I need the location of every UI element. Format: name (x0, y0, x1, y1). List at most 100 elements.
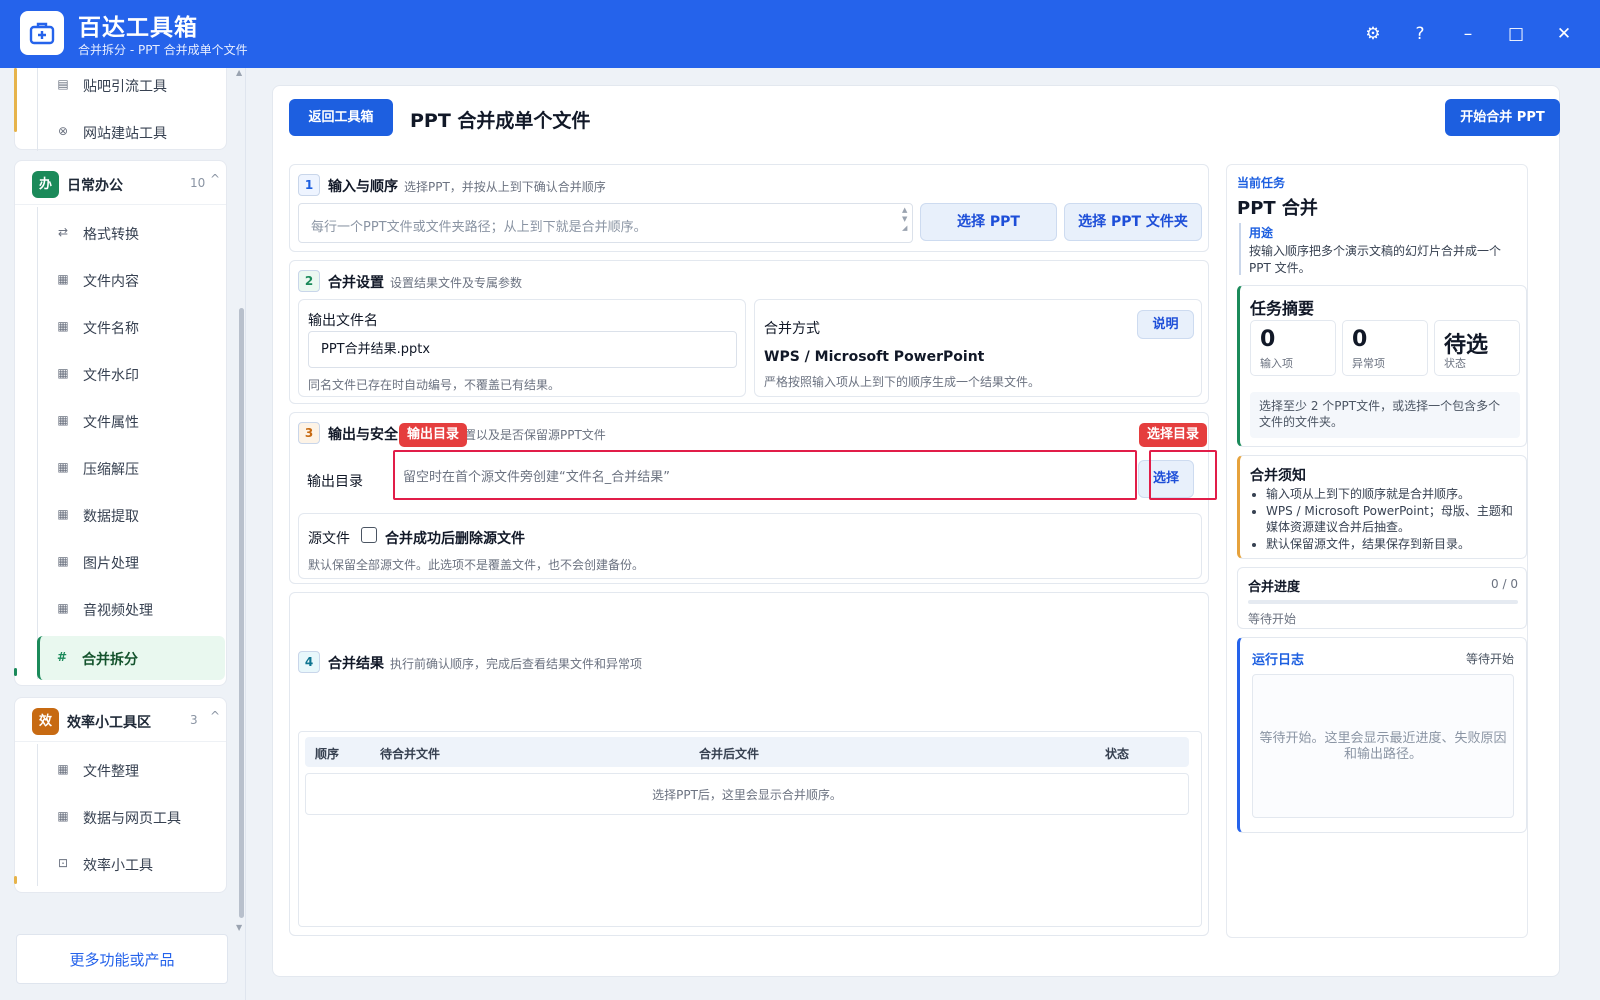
sidebar-item-file-name[interactable]: ▦ 文件名称 (41, 305, 225, 349)
notes-title: 合并须知 (1250, 468, 1306, 484)
merge-progress-card: 合并进度 0 / 0 等待开始 (1237, 567, 1527, 629)
collapse-caret-icon[interactable]: ^ (210, 709, 220, 723)
more-products-button[interactable]: 更多功能或产品 (16, 934, 228, 984)
sidebar-item-label: 贴吧引流工具 (83, 79, 167, 95)
group-header[interactable]: 办 日常办公 10 ^ (15, 161, 226, 205)
usage-text: 按输入顺序把多个演示文稿的幻灯片合并成一个PPT 文件。 (1249, 244, 1502, 275)
sidebar-item-label: 格式转换 (83, 227, 139, 243)
list-item: WPS / Microsoft PowerPoint；母版、主题和媒体资源建议合… (1266, 503, 1524, 535)
sidebar-item-av[interactable]: ▦ 音视频处理 (41, 587, 225, 631)
sidebar-item-image[interactable]: ▦ 图片处理 (41, 540, 225, 584)
output-filename-input[interactable]: PPT合并结果.pptx (308, 331, 737, 368)
current-task-label: 当前任务 (1237, 176, 1286, 190)
collapse-caret-icon[interactable]: ^ (210, 172, 220, 186)
group-count: 3 (190, 713, 198, 727)
section-input-order: 1 输入与顺序 选择PPT，并按从上到下确认合并顺序 每行一个PPT文件或文件夹… (289, 164, 1209, 252)
back-to-toolbox-button[interactable]: 返回工具箱 (289, 99, 393, 136)
app-logo (20, 11, 64, 55)
page-title: PPT 合并成单个文件 (410, 110, 591, 132)
minimize-icon[interactable]: – (1454, 20, 1482, 48)
list-item: 默认保留源文件，结果保存到新目录。 (1266, 536, 1524, 552)
delete-source-checkbox[interactable] (361, 527, 377, 543)
sidebar-item-label: 网站建站工具 (83, 126, 167, 142)
step-number: 4 (298, 651, 320, 673)
select-ppt-folder-button[interactable]: 选择 PPT 文件夹 (1064, 203, 1202, 241)
sidebar-item-label: 文件名称 (83, 321, 139, 337)
sidebar-item-watermark[interactable]: ▦ 文件水印 (41, 352, 225, 396)
group-badge: 办 (32, 171, 59, 198)
sidebar-item-file-content[interactable]: ▦ 文件内容 (41, 258, 225, 302)
source-files-note: 默认保留全部源文件。此选项不是覆盖文件，也不会创建备份。 (308, 558, 645, 572)
group-header[interactable]: 效 效率小工具区 3 ^ (15, 698, 226, 742)
group-count: 10 (190, 176, 206, 190)
sidebar-item-data-web[interactable]: ▦ 数据与网页工具 (41, 795, 225, 839)
help-icon[interactable]: ? (1406, 20, 1434, 48)
sidebar-group-previous: ▤ 贴吧引流工具 ⊗ 网站建站工具 (14, 68, 227, 151)
textarea-scroll-arrows-icon[interactable]: ▲ ▼ ◢ (902, 206, 907, 233)
sidebar-item-label: 音视频处理 (83, 603, 153, 619)
merge-method-box: 合并方式 说明 WPS / Microsoft PowerPoint 严格按照输… (754, 299, 1202, 397)
method-help-button[interactable]: 说明 (1137, 310, 1194, 339)
grid-icon: ▦ (57, 762, 69, 776)
group-title: 日常办公 (67, 178, 123, 194)
grid-icon: ▦ (57, 366, 69, 380)
output-dir-label: 输出目录 (307, 474, 363, 490)
select-ppt-button[interactable]: 选择 PPT (920, 203, 1057, 241)
sidebar-item-data-extract[interactable]: ▦ 数据提取 (41, 493, 225, 537)
stat-error-count: 0 异常项 (1342, 320, 1428, 376)
app-title: 百达工具箱 (78, 15, 198, 41)
doc-icon: ▤ (57, 77, 69, 91)
column-header-status[interactable]: 状态 (1105, 745, 1129, 762)
step-title: 合并结果 (328, 656, 384, 672)
column-header-order[interactable]: 顺序 (315, 745, 339, 762)
hash-icon: # (56, 650, 68, 664)
sidebar-item-format-convert[interactable]: ⇄ 格式转换 (41, 211, 225, 255)
sidebar-item-file-organize[interactable]: ▦ 文件整理 (41, 748, 225, 792)
grid-icon: ▦ (57, 272, 69, 286)
stat-status: 待选 状态 (1434, 320, 1520, 376)
sidebar-item-tieba[interactable]: ▤ 贴吧引流工具 (41, 68, 225, 107)
sidebar-item-website[interactable]: ⊗ 网站建站工具 (41, 110, 225, 154)
delete-source-label[interactable]: 合并成功后删除源文件 (385, 528, 525, 548)
sidebar-item-merge-split[interactable]: # 合并拆分 (37, 636, 225, 680)
sidebar-item-file-attributes[interactable]: ▦ 文件属性 (41, 399, 225, 443)
step-number: 2 (298, 270, 320, 292)
log-output-area[interactable]: 等待开始。这里会显示最近进度、失败原因和输出路径。 (1252, 674, 1514, 818)
column-header-merged-file[interactable]: 合并后文件 (699, 745, 759, 762)
stat-label: 状态 (1444, 357, 1466, 370)
scroll-down-icon[interactable]: ▼ (236, 923, 242, 932)
sidebar-item-compress[interactable]: ▦ 压缩解压 (41, 446, 225, 490)
sidebar-item-label: 效率小工具 (83, 858, 153, 874)
start-merge-button[interactable]: 开始合并 PPT (1445, 99, 1560, 136)
step-description: 设置结果文件及专属参数 (390, 276, 523, 290)
maximize-icon[interactable]: □ (1502, 20, 1530, 48)
input-paths-textarea[interactable]: 每行一个PPT文件或文件夹路径；从上到下就是合并顺序。 (298, 203, 913, 243)
sidebar-item-label: 图片处理 (83, 556, 139, 572)
settings-icon[interactable]: ⚙ (1359, 20, 1387, 48)
task-title: PPT 合并 (1237, 198, 1318, 219)
group-badge: 效 (32, 708, 59, 735)
stat-value: 0 (1352, 327, 1368, 352)
list-item: 输入项从上到下的顺序就是合并顺序。 (1266, 486, 1524, 502)
run-log-card: 运行日志 等待开始 等待开始。这里会显示最近进度、失败原因和输出路径。 (1237, 637, 1527, 833)
sidebar-item-label: 数据提取 (83, 509, 139, 525)
output-filename-label: 输出文件名 (308, 313, 378, 329)
output-dir-highlight (393, 450, 1137, 500)
main-panel: 返回工具箱 PPT 合并成单个文件 开始合并 PPT 1 输入与顺序 选择PPT… (272, 85, 1560, 977)
close-icon[interactable]: ✕ (1550, 20, 1578, 48)
result-table-empty: 选择PPT后，这里会显示合并顺序。 (305, 773, 1189, 815)
step-description: 执行前确认顺序，完成后查看结果文件和异常项 (390, 657, 643, 671)
app-subtitle: 合并拆分 - PPT 合并成单个文件 (78, 43, 248, 57)
sidebar-item-efficiency-tools[interactable]: ⊡ 效率小工具 (41, 842, 225, 886)
sidebar-item-label: 压缩解压 (83, 462, 139, 478)
summary-title: 任务摘要 (1250, 299, 1315, 318)
column-header-pending-file[interactable]: 待合并文件 (380, 745, 440, 762)
step-number: 1 (298, 174, 320, 196)
step-title: 输出与安全 (328, 427, 398, 443)
task-info-panel: 当前任务 PPT 合并 用途 按输入顺序把多个演示文稿的幻灯片合并成一个PPT … (1226, 164, 1528, 938)
scroll-up-icon[interactable]: ▲ (236, 68, 242, 77)
summary-note: 选择至少 2 个PPT文件，或选择一个包含多个文件的文件夹。 (1250, 392, 1520, 438)
sidebar-item-label: 数据与网页工具 (83, 811, 181, 827)
step-title: 输入与顺序 (328, 179, 398, 195)
sidebar-scroll-thumb[interactable] (239, 308, 244, 918)
